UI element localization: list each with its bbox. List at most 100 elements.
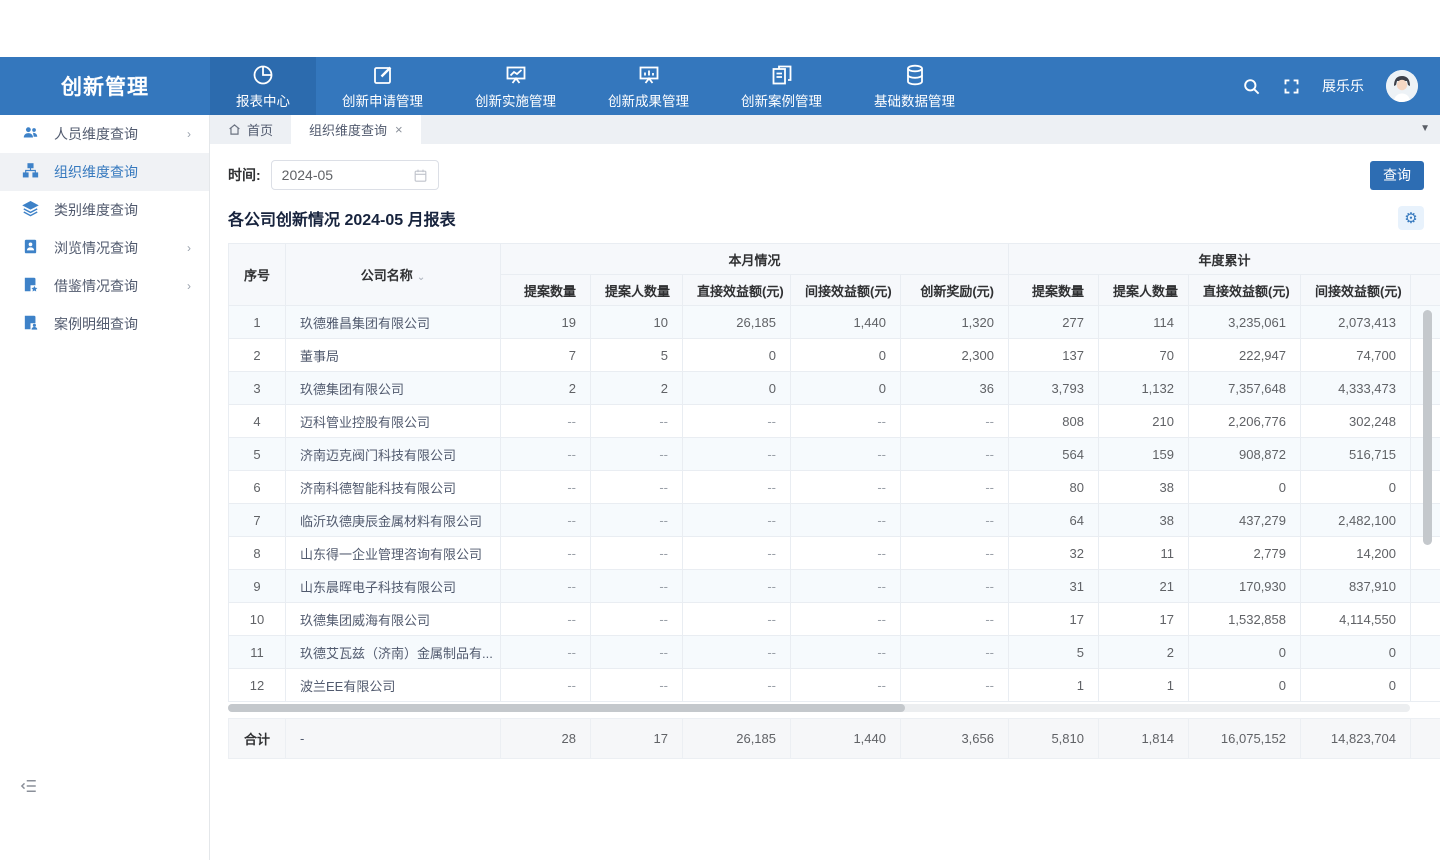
- cell-value: 277: [1009, 306, 1099, 339]
- table-row[interactable]: 5 济南迈克阀门科技有限公司 -- -- -- -- -- 564 159 90…: [229, 438, 1440, 471]
- avatar[interactable]: [1386, 70, 1418, 102]
- sidebar-item-category-dimension[interactable]: 类别维度查询: [0, 191, 209, 229]
- nav-item-innovation-implementation[interactable]: 创新实施管理: [449, 57, 582, 115]
- cell-value: 5: [1009, 636, 1099, 669]
- edit-icon: [371, 63, 395, 87]
- column-header[interactable]: 创新奖励(元): [901, 275, 1009, 306]
- nav-item-label: 创新申请管理: [342, 90, 423, 110]
- column-header[interactable]: 提案数量: [501, 275, 591, 306]
- chevron-down-icon[interactable]: ▼: [1420, 123, 1430, 134]
- presentation-bars-icon: [637, 63, 661, 87]
- column-header-index[interactable]: 序号: [229, 244, 286, 306]
- cell-value: --: [591, 669, 683, 702]
- table-row[interactable]: 9 山东晨晖电子科技有限公司 -- -- -- -- -- 31 21 170,…: [229, 570, 1440, 603]
- horizontal-scrollbar-thumb[interactable]: [228, 704, 905, 712]
- total-value: 26,185: [683, 719, 791, 759]
- nav-item-base-data[interactable]: 基础数据管理: [848, 57, 981, 115]
- filter-row: 时间: 2024-05 查询: [228, 160, 1440, 190]
- sidebar-item-person-dimension[interactable]: 人员维度查询 ›: [0, 115, 209, 153]
- cell-value: 114: [1099, 306, 1189, 339]
- cell-value: --: [791, 636, 901, 669]
- column-header[interactable]: 提案人数量: [1099, 275, 1189, 306]
- sidebar-item-org-dimension[interactable]: 组织维度查询: [0, 153, 209, 191]
- column-header-company[interactable]: 公司名称⌄: [286, 244, 501, 306]
- org-chart-icon: [22, 162, 39, 182]
- cell-value: --: [501, 438, 591, 471]
- cell-value: --: [683, 405, 791, 438]
- close-icon[interactable]: ×: [395, 122, 403, 137]
- nav-item-innovation-results[interactable]: 创新成果管理: [582, 57, 715, 115]
- cell-value: 64: [1009, 504, 1099, 537]
- title-row: 各公司创新情况 2024-05 月报表 ⚙: [228, 206, 1440, 230]
- table-row[interactable]: 6 济南科德智能科技有限公司 -- -- -- -- -- 80 38 0 0: [229, 471, 1440, 504]
- table-row[interactable]: 1 玖德雅昌集团有限公司 19 10 26,185 1,440 1,320 27…: [229, 306, 1440, 339]
- sidebar-item-label: 组织维度查询: [54, 162, 209, 182]
- date-picker-input[interactable]: 2024-05: [271, 160, 439, 190]
- cell-value: --: [901, 504, 1009, 537]
- cell-value: --: [791, 471, 901, 504]
- cell-value: 2: [1099, 636, 1189, 669]
- cell-value: --: [791, 504, 901, 537]
- table-row[interactable]: 3 玖德集团有限公司 2 2 0 0 36 3,793 1,132 7,357,…: [229, 372, 1440, 405]
- sidebar-item-browse-status[interactable]: 浏览情况查询 ›: [0, 229, 209, 267]
- tab-org-dimension[interactable]: 组织维度查询 ×: [291, 115, 421, 144]
- chevron-right-icon: ›: [187, 127, 191, 141]
- search-button[interactable]: 查询: [1370, 161, 1424, 190]
- content-area: 时间: 2024-05 查询 各公司创新情况 2024-05 月报表 ⚙: [210, 144, 1440, 860]
- total-overflow: [1411, 719, 1440, 759]
- table-row[interactable]: 2 董事局 7 5 0 0 2,300 137 70 222,947 74,70: [229, 339, 1440, 372]
- nav-item-innovation-application[interactable]: 创新申请管理: [316, 57, 449, 115]
- column-header[interactable]: 直接效益额(元): [1189, 275, 1301, 306]
- table-row[interactable]: 8 山东得一企业管理咨询有限公司 -- -- -- -- -- 32 11 2,…: [229, 537, 1440, 570]
- table-row[interactable]: 4 迈科管业控股有限公司 -- -- -- -- -- 808 210 2,20…: [229, 405, 1440, 438]
- cell-value: 14,200: [1301, 537, 1411, 570]
- table-row[interactable]: 11 玖德艾瓦兹（济南）金属制品有... -- -- -- -- -- 5 2 …: [229, 636, 1440, 669]
- column-header[interactable]: 提案人数量: [591, 275, 683, 306]
- cell-value: 0: [1189, 636, 1301, 669]
- cell-value: 3,235,061: [1189, 306, 1301, 339]
- group-header-current-month: 本月情况: [501, 244, 1009, 275]
- gear-icon[interactable]: ⚙: [1398, 206, 1424, 230]
- table-body: 1 玖德雅昌集团有限公司 19 10 26,185 1,440 1,320 27…: [229, 306, 1440, 702]
- table-row[interactable]: 12 波兰EE有限公司 -- -- -- -- -- 1 1 0 0: [229, 669, 1440, 702]
- sort-caret-icon[interactable]: ⌄: [417, 272, 425, 283]
- cell-value: --: [901, 438, 1009, 471]
- cell-value: 32: [1009, 537, 1099, 570]
- cell-value: 0: [683, 372, 791, 405]
- collapse-sidebar-icon[interactable]: [20, 777, 38, 800]
- table-row[interactable]: 10 玖德集团威海有限公司 -- -- -- -- -- 17 17 1,532…: [229, 603, 1440, 636]
- total-value: 28: [501, 719, 591, 759]
- cell-value: --: [683, 636, 791, 669]
- fullscreen-icon[interactable]: [1283, 78, 1300, 95]
- total-row-table: 合计 - 28 17 26,185 1,440 3,656 5,810 1,81…: [228, 718, 1440, 759]
- sidebar-item-case-detail[interactable]: 案例明细查询: [0, 305, 209, 343]
- cell-value: --: [901, 405, 1009, 438]
- nav-item-label: 创新成果管理: [608, 90, 689, 110]
- vertical-scrollbar-thumb[interactable]: [1423, 310, 1432, 545]
- search-icon[interactable]: [1242, 77, 1261, 96]
- chevron-right-icon: ›: [187, 279, 191, 293]
- username[interactable]: 展乐乐: [1322, 76, 1364, 96]
- cell-value: 0: [1189, 471, 1301, 504]
- cell-value: --: [683, 471, 791, 504]
- horizontal-scrollbar[interactable]: [228, 704, 1410, 712]
- cell-value: 0: [683, 339, 791, 372]
- sidebar-item-reference-status[interactable]: 借鉴情况查询 ›: [0, 267, 209, 305]
- calendar-icon: [413, 168, 428, 183]
- cell-value: 1,532,858: [1189, 603, 1301, 636]
- tab-home[interactable]: 首页: [210, 115, 291, 144]
- cell-company: 济南迈克阀门科技有限公司: [286, 438, 501, 471]
- column-header[interactable]: 间接效益额(元): [1301, 275, 1411, 306]
- nav-item-report-center[interactable]: 报表中心: [210, 57, 316, 115]
- tab-label: 首页: [247, 120, 273, 139]
- nav-right-tools: 展乐乐: [1242, 57, 1440, 115]
- column-header[interactable]: 提案数量: [1009, 275, 1099, 306]
- table-row[interactable]: 7 临沂玖德庚辰金属材料有限公司 -- -- -- -- -- 64 38 43…: [229, 504, 1440, 537]
- column-header[interactable]: 间接效益额(元): [791, 275, 901, 306]
- cell-value: --: [591, 603, 683, 636]
- nav-item-innovation-cases[interactable]: 创新案例管理: [715, 57, 848, 115]
- cell-company: 山东晨晖电子科技有限公司: [286, 570, 501, 603]
- doc-star-icon: [22, 276, 39, 296]
- cell-value: 4,333,473: [1301, 372, 1411, 405]
- column-header[interactable]: 直接效益额(元): [683, 275, 791, 306]
